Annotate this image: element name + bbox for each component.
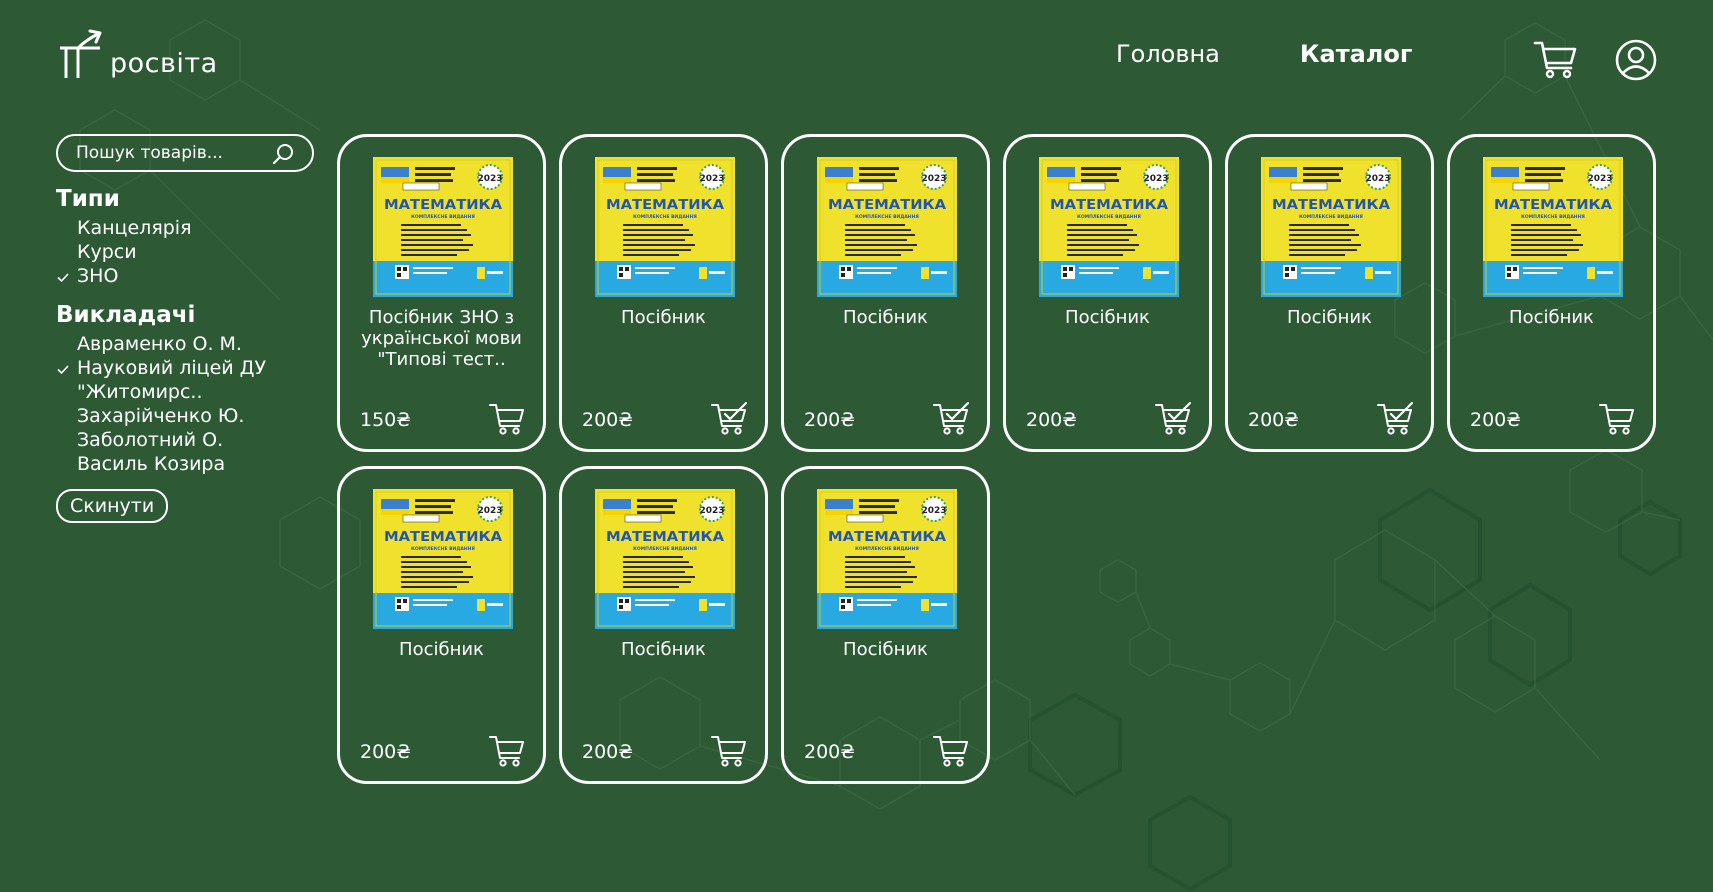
product-price: 200₴ <box>582 409 633 431</box>
product-price: 200₴ <box>1470 409 1521 431</box>
cart-icon[interactable] <box>1533 38 1579 80</box>
in-cart-check-icon[interactable] <box>711 402 747 436</box>
book-cover-image <box>1039 157 1179 297</box>
add-to-cart-icon[interactable] <box>1599 402 1635 436</box>
product-title: Посібник <box>1065 307 1150 328</box>
product-title: Посібник <box>1509 307 1594 328</box>
book-cover-image <box>595 157 735 297</box>
filter-item-label: Василь Козира <box>77 453 226 475</box>
product-price: 200₴ <box>804 741 855 763</box>
search-input[interactable] <box>76 136 266 170</box>
add-to-cart-icon[interactable] <box>711 734 747 768</box>
in-cart-check-icon[interactable] <box>1155 402 1191 436</box>
filter-item-avramenko[interactable]: Авраменко О. М. <box>56 332 318 356</box>
product-grid: Посібник ЗНО з української мови "Типові … <box>337 134 1656 784</box>
product-card[interactable]: Посібник ЗНО з української мови "Типові … <box>337 134 546 452</box>
product-title: Посібник ЗНО з української мови "Типові … <box>361 307 522 370</box>
add-to-cart-icon[interactable] <box>933 734 969 768</box>
product-card[interactable]: Посібник 200₴ <box>781 134 990 452</box>
nav-link-home[interactable]: Головна <box>1116 40 1220 68</box>
search-icon[interactable] <box>272 143 294 165</box>
main-nav: Головна Каталог <box>1116 40 1412 68</box>
product-card[interactable]: Посібник 200₴ <box>337 466 546 784</box>
book-cover-image <box>1483 157 1623 297</box>
product-title: Посібник <box>843 307 928 328</box>
filter-item-label: "Житомирс.. <box>77 381 203 403</box>
product-card[interactable]: Посібник 200₴ <box>559 134 768 452</box>
filter-item-zakhariichenko[interactable]: Захарійченко Ю. <box>56 404 318 428</box>
add-to-cart-icon[interactable] <box>489 402 525 436</box>
logo[interactable]: росвіта <box>56 28 218 82</box>
product-card[interactable]: Посібник 200₴ <box>559 466 768 784</box>
product-price: 200₴ <box>582 741 633 763</box>
filter-item-label: Науковий ліцей ДУ <box>77 357 267 379</box>
filter-item-courses[interactable]: Курси <box>56 240 318 264</box>
product-card[interactable]: Посібник 200₴ <box>1003 134 1212 452</box>
search-box <box>56 134 314 172</box>
book-cover-image <box>373 489 513 629</box>
filter-item-kozyra[interactable]: Василь Козира <box>56 452 318 476</box>
book-cover-image <box>1261 157 1401 297</box>
filter-title-types: Типи <box>56 186 120 212</box>
product-card[interactable]: Посібник 200₴ <box>1447 134 1656 452</box>
filter-item-label: Захарійченко Ю. <box>77 405 245 427</box>
filter-item-stationery[interactable]: Канцелярія <box>56 216 318 240</box>
filter-item-zno[interactable]: ЗНО <box>56 264 318 288</box>
product-price: 150₴ <box>360 409 411 431</box>
filter-item-label: Канцелярія <box>77 217 192 239</box>
product-price: 200₴ <box>1248 409 1299 431</box>
in-cart-check-icon[interactable] <box>1377 402 1413 436</box>
filter-item-label: ЗНО <box>77 265 119 287</box>
filter-item-label: Заболотний О. <box>77 429 224 451</box>
product-title: Посібник <box>399 639 484 660</box>
book-cover-image <box>817 157 957 297</box>
checkmark-icon <box>57 273 69 282</box>
in-cart-check-icon[interactable] <box>933 402 969 436</box>
logo-text: росвіта <box>110 48 218 79</box>
product-title: Посібник <box>1287 307 1372 328</box>
filter-item-label: Авраменко О. М. <box>77 333 242 355</box>
product-card[interactable]: Посібник 200₴ <box>781 466 990 784</box>
product-title: Посібник <box>621 639 706 660</box>
checkmark-icon <box>57 365 69 374</box>
book-cover-image <box>373 157 513 297</box>
product-title: Посібник <box>621 307 706 328</box>
filter-item-label: Курси <box>77 241 137 263</box>
filter-item-science-lyceum[interactable]: Науковий ліцей ДУ <box>56 356 318 380</box>
filter-title-teachers: Викладачі <box>56 302 196 328</box>
product-title: Посібник <box>843 639 928 660</box>
filter-item-zhytomyr[interactable]: "Житомирс.. <box>56 380 318 404</box>
product-price: 200₴ <box>1026 409 1077 431</box>
logo-mark-icon <box>60 29 102 78</box>
filter-sidebar: Типи Канцелярія Курси ЗНО Викладачі Авра… <box>56 134 318 523</box>
product-card[interactable]: Посібник 200₴ <box>1225 134 1434 452</box>
product-price: 200₴ <box>804 409 855 431</box>
book-cover-image <box>595 489 735 629</box>
add-to-cart-icon[interactable] <box>489 734 525 768</box>
book-cover-image <box>817 489 957 629</box>
nav-link-catalog[interactable]: Каталог <box>1300 40 1413 68</box>
product-price: 200₴ <box>360 741 411 763</box>
reset-button[interactable]: Скинути <box>56 489 169 523</box>
filter-list-teachers: Авраменко О. М. Науковий ліцей ДУ "Житом… <box>56 332 318 476</box>
filter-item-zabolotnyi[interactable]: Заболотний О. <box>56 428 318 452</box>
filter-list-types: Канцелярія Курси ЗНО <box>56 216 318 288</box>
user-icon[interactable] <box>1614 38 1658 82</box>
